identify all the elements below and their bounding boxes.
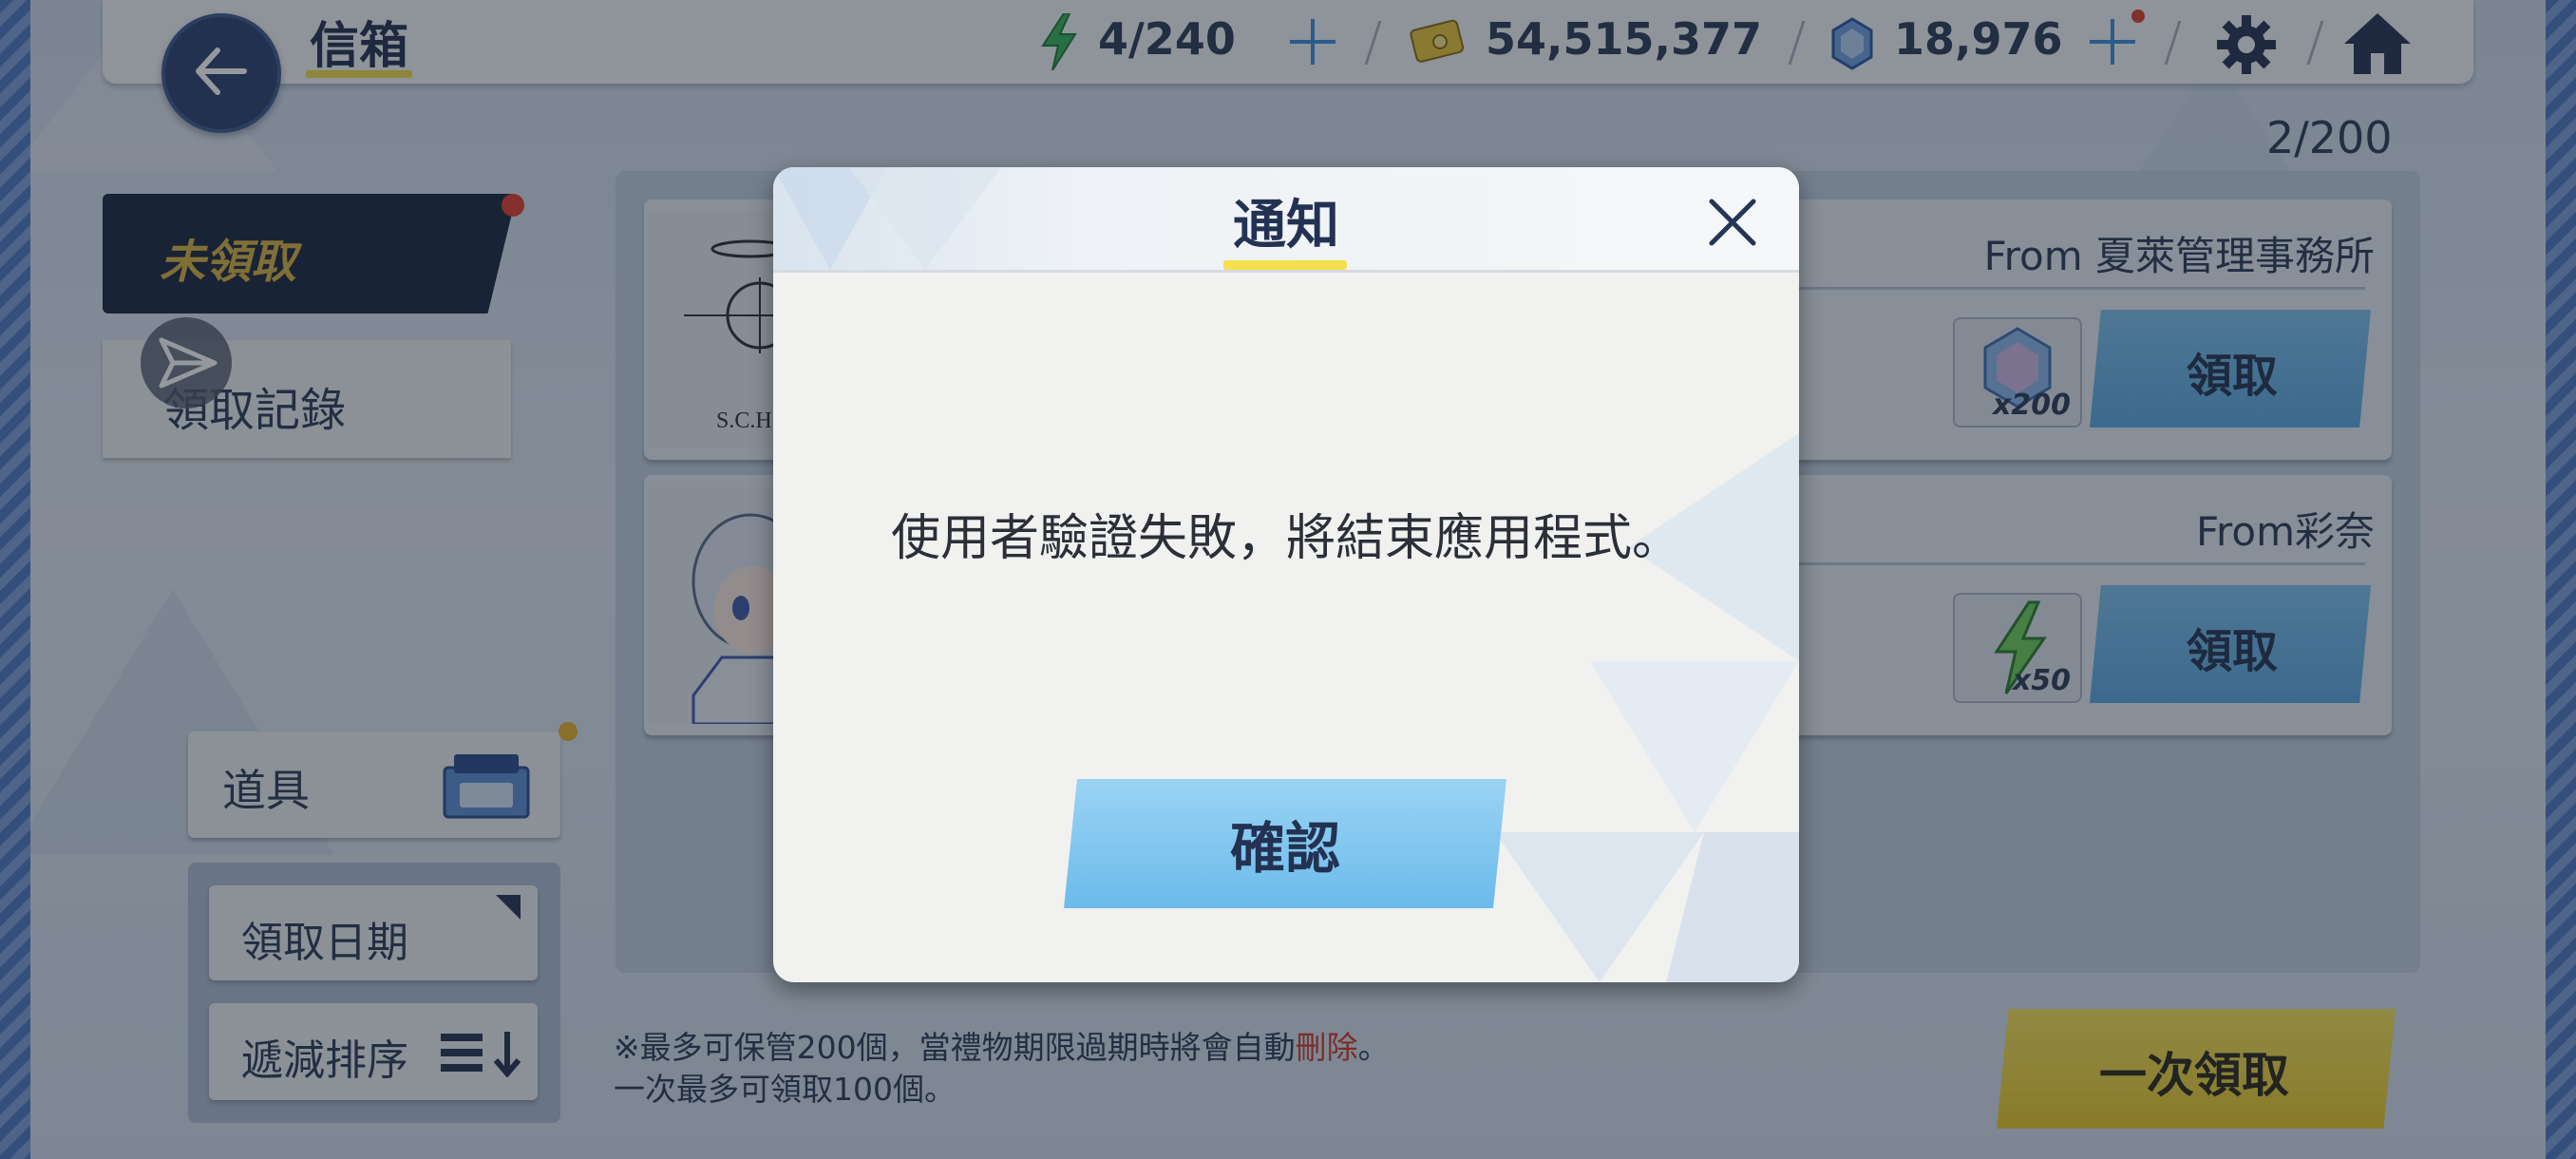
game-screen: 信箱 4/240 54,515,377 18,976 未領取 領取記錄 道具 領… <box>0 0 2576 1159</box>
dialog-title: 通知 <box>1233 195 1339 256</box>
dialog-title-underline <box>1223 260 1347 270</box>
close-icon[interactable] <box>1704 194 1761 251</box>
dialog-message: 使用者驗證失敗，將結束應用程式。 <box>890 510 1681 567</box>
notification-dialog: 通知 使用者驗證失敗，將結束應用程式。 確認 <box>773 167 1799 982</box>
confirm-label: 確認 <box>1229 816 1340 881</box>
